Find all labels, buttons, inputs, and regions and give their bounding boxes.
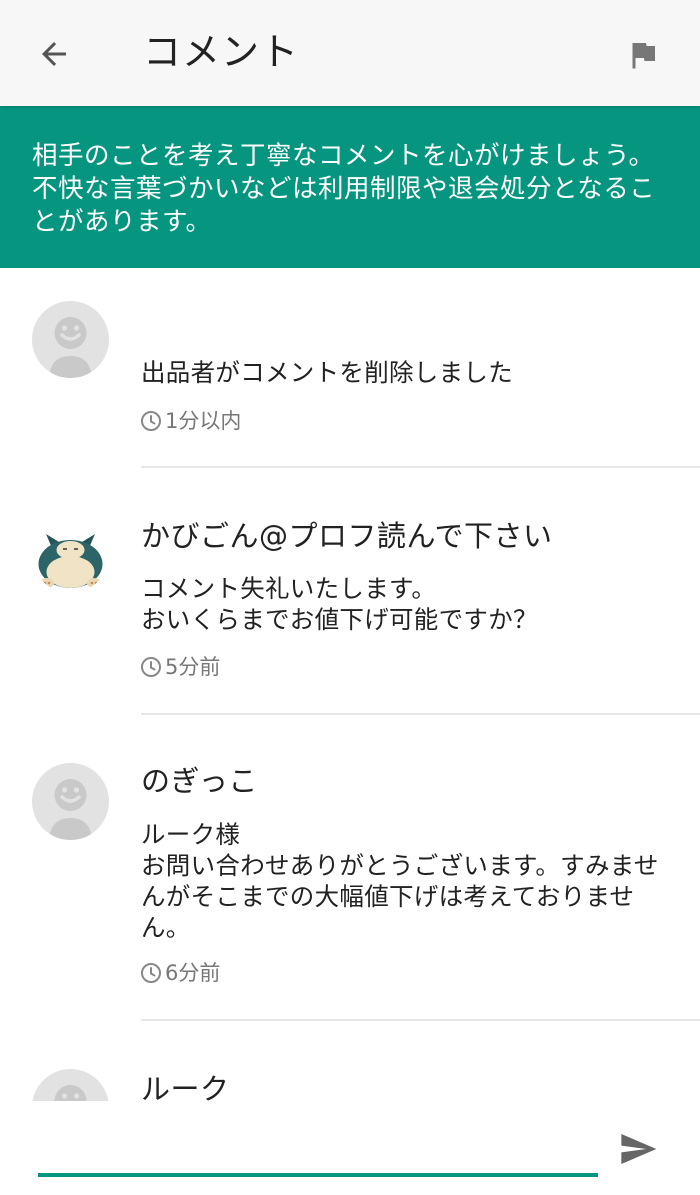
app-bar: コメント xyxy=(0,0,700,106)
back-button[interactable] xyxy=(28,28,80,80)
avatar[interactable] xyxy=(32,1069,109,1101)
default-avatar-icon xyxy=(49,779,92,840)
comment-timestamp: 6分前 xyxy=(139,960,220,986)
timestamp-text: 5分前 xyxy=(165,655,221,679)
comment-input-bar xyxy=(0,1101,700,1195)
comment-author[interactable]: のぎっこ xyxy=(141,763,258,799)
default-avatar-icon xyxy=(54,1085,87,1101)
arrow-left-icon xyxy=(42,42,66,66)
timestamp-text: 1分以内 xyxy=(165,409,242,433)
comment-body: コメント失礼いたします。 おいくらまでお値下げ可能ですか？ xyxy=(141,574,538,634)
page-title: コメント xyxy=(143,30,300,74)
comment-author[interactable]: ルーク xyxy=(141,1071,230,1101)
comment-timestamp: 1分以内 xyxy=(139,408,241,434)
avatar[interactable] xyxy=(32,516,109,593)
clock-icon xyxy=(141,411,161,431)
avatar[interactable] xyxy=(32,301,109,378)
send-button[interactable] xyxy=(614,1125,662,1173)
comment-list[interactable]: 出品者がコメントを削除しました 1分以内 かびごん@プロフ読んで下さい コメント… xyxy=(0,268,700,1101)
clock-icon xyxy=(141,963,161,983)
comment-item: かびごん@プロフ読んで下さい コメント失礼いたします。 おいくらまでお値下げ可能… xyxy=(0,468,700,715)
flag-icon xyxy=(632,43,655,69)
comment-item: ルーク xyxy=(0,1021,700,1101)
comment-author[interactable]: かびごん@プロフ読んで下さい xyxy=(141,518,553,554)
comment-timestamp: 5分前 xyxy=(139,654,220,680)
snorlax-avatar-icon xyxy=(32,516,109,593)
clock-icon xyxy=(141,657,161,677)
default-avatar-icon xyxy=(49,317,92,378)
comment-screen: コメント 相手のことを考え丁寧なコメントを心がけましょう。不快な言葉づかいなどは… xyxy=(0,0,700,1195)
comment-item: のぎっこ ルーク様 お問い合わせありがとうございます。すみませんがそこまでの大幅… xyxy=(0,715,700,1021)
avatar[interactable] xyxy=(32,763,109,840)
report-button[interactable] xyxy=(618,30,668,80)
send-icon xyxy=(621,1134,657,1164)
timestamp-text: 6分前 xyxy=(165,961,221,985)
comment-input[interactable] xyxy=(38,1119,598,1177)
comment-item: 出品者がコメントを削除しました 1分以内 xyxy=(0,268,700,468)
comment-guideline-notice: 相手のことを考え丁寧なコメントを心がけましょう。不快な言葉づかいなどは利用制限や… xyxy=(0,106,700,268)
comment-body: ルーク様 お問い合わせありがとうございます。すみませんがそこまでの大幅値下げは考… xyxy=(141,820,659,942)
comment-body: 出品者がコメントを削除しました xyxy=(141,358,513,387)
